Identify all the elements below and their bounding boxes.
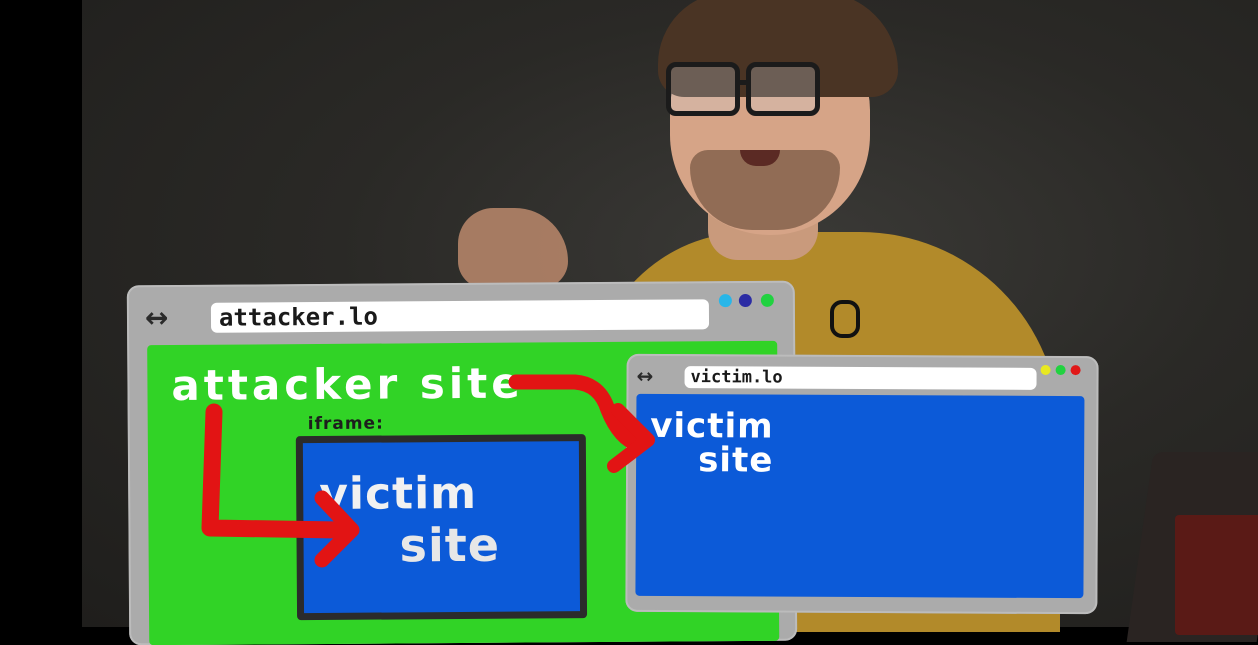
embedded-iframe: victim site [295, 434, 588, 621]
glasses-bridge [735, 80, 751, 85]
window-dot-icon [738, 293, 752, 308]
video-frame: ↔ attacker.lo attacker site iframe: vict… [0, 0, 1258, 645]
window-dot-icon [1055, 365, 1066, 376]
victim-page: victim site [635, 393, 1085, 599]
presenter-hand [458, 208, 568, 288]
victim-address-bar: victim.lo [684, 366, 1037, 390]
background-laptop-screen [1175, 515, 1258, 635]
iframe-victim-text: victim [319, 467, 478, 520]
glasses-right-lens [746, 62, 820, 116]
attacker-address-bar: attacker.lo [210, 299, 710, 333]
window-dot-icon [718, 294, 732, 308]
nav-arrows-icon: ↔ [636, 363, 652, 388]
victim-heading-line2: site [698, 440, 774, 481]
lapel-mic-icon [830, 300, 860, 338]
window-dot-icon [1070, 365, 1081, 376]
iframe-label: iframe: [307, 413, 384, 435]
glasses-left-lens [666, 62, 740, 116]
window-dot-icon [1040, 364, 1051, 375]
letterbox-bar [0, 0, 82, 627]
nav-arrows-icon: ↔ [144, 301, 166, 335]
attacker-heading: attacker site [171, 358, 524, 411]
victim-browser-window: ↔ victim.lo victim site [625, 353, 1099, 615]
window-dot-icon [760, 293, 774, 307]
iframe-site-text: site [399, 517, 501, 573]
